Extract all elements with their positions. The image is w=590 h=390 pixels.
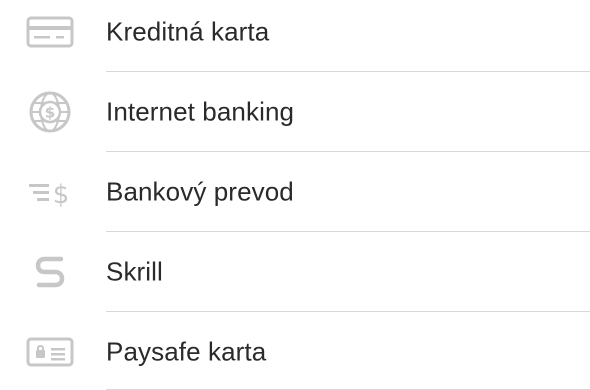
- globe-dollar-icon: $: [22, 91, 78, 133]
- payment-option-bank-transfer[interactable]: $ Bankový prevod: [0, 152, 590, 232]
- payment-method-list: Kreditná karta $ Internet banking $ Bank…: [0, 0, 590, 390]
- skrill-icon: [22, 252, 78, 292]
- payment-option-paysafe-card[interactable]: Paysafe karta: [0, 312, 590, 390]
- credit-card-icon: [22, 12, 78, 52]
- payment-option-label: Kreditná karta: [106, 16, 270, 47]
- svg-text:$: $: [53, 180, 70, 208]
- payment-option-skrill[interactable]: Skrill: [0, 232, 590, 312]
- payment-option-credit-card[interactable]: Kreditná karta: [0, 0, 590, 72]
- payment-option-label: Internet banking: [106, 96, 295, 127]
- payment-option-label: Skrill: [106, 256, 163, 287]
- payment-option-internet-banking[interactable]: $ Internet banking: [0, 72, 590, 152]
- svg-text:$: $: [45, 104, 55, 122]
- paysafe-card-icon: [22, 332, 78, 372]
- bank-transfer-icon: $: [22, 172, 78, 212]
- payment-option-label: Bankový prevod: [106, 176, 294, 207]
- payment-option-label: Paysafe karta: [106, 336, 267, 367]
